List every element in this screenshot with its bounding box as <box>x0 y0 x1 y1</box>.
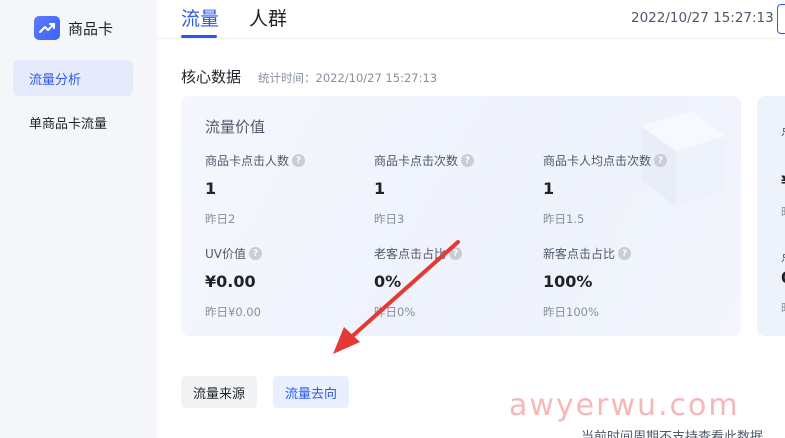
traffic-value-card: 流量价值 商品卡点击人数? 1 昨日2 商品卡点击次数? 1 昨日3 商品卡人均… <box>181 96 741 336</box>
metric-prev: 昨日¥0.00 <box>205 305 261 319</box>
brand: 商品卡 <box>34 16 113 40</box>
metric-uv-value: UV价值? ¥0.00 昨日¥0.00 <box>205 245 365 320</box>
metric-label: UV价值 <box>205 247 246 261</box>
sidebar-item-traffic-analysis[interactable]: 流量分析 <box>13 60 133 96</box>
metric-label: 商品卡点击次数 <box>374 154 459 168</box>
metric-prev: 昨日100% <box>543 305 599 319</box>
card-fragment: 点 <box>781 246 785 265</box>
metric-value: 1 <box>205 179 217 198</box>
date-picker-button[interactable] <box>777 4 785 34</box>
sidebar-item-label: 单商品卡流量 <box>29 116 108 132</box>
bottom-note: 当前时间周期不支持查看此数据 <box>581 430 764 438</box>
metric-label: 商品卡人均点击次数 <box>543 154 652 168</box>
tab-audience[interactable]: 人群 <box>249 4 287 31</box>
metric-clicks-per-user: 商品卡人均点击次数? 1 昨日1.5 <box>543 152 703 227</box>
stat-time: 统计时间：2022/10/27 15:27:13 <box>258 71 438 85</box>
help-icon[interactable]: ? <box>292 154 306 167</box>
card-fragment: 点 <box>781 120 785 139</box>
tab-divider <box>157 38 785 39</box>
metric-value: 100% <box>543 272 593 291</box>
card-fragment: 0 <box>781 268 785 287</box>
help-icon[interactable]: ? <box>249 247 262 260</box>
card-fragment: 昨 <box>781 300 785 316</box>
metric-prev: 昨日2 <box>205 212 236 226</box>
metric-prev: 昨日3 <box>374 212 405 226</box>
watermark: awyerwu.com <box>509 388 740 423</box>
sidebar-item-single-card-traffic[interactable]: 单商品卡流量 <box>13 104 133 140</box>
metric-prev: 昨日0% <box>374 305 416 319</box>
sidebar-item-label: 流量分析 <box>29 72 82 88</box>
second-card: 点 ¥ 昨 点 0 昨 <box>757 96 785 336</box>
metric-click-count: 商品卡点击次数? 1 昨日3 <box>374 152 534 227</box>
traffic-destination-button[interactable]: 流量去向 <box>273 376 350 408</box>
metric-value: 1 <box>543 179 555 198</box>
metric-prev: 昨日1.5 <box>543 212 585 226</box>
help-icon[interactable]: ? <box>618 247 632 260</box>
help-icon[interactable]: ? <box>461 154 475 167</box>
traffic-source-button[interactable]: 流量来源 <box>181 376 258 408</box>
help-icon[interactable]: ? <box>449 247 463 260</box>
metric-new-ratio: 新客点击占比? 100% 昨日100% <box>543 245 703 320</box>
main-content: 流量 人群 2022/10/27 15:27:13 核心数据 统计时间：2022… <box>157 0 785 438</box>
metric-returning-ratio: 老客点击占比? 0% 昨日0% <box>374 245 534 320</box>
card-fragment: 昨 <box>781 204 785 220</box>
metric-label: 老客点击占比 <box>374 247 447 261</box>
card-fragment: ¥ <box>781 172 785 191</box>
trend-chart-icon <box>34 16 60 40</box>
metric-value: 0% <box>374 272 402 291</box>
metric-label: 商品卡点击人数 <box>205 154 290 168</box>
header-timestamp: 2022/10/27 15:27:13 <box>631 10 774 26</box>
metric-value: ¥0.00 <box>205 272 256 291</box>
metric-click-users: 商品卡点击人数? 1 昨日2 <box>205 152 365 227</box>
tab-traffic[interactable]: 流量 <box>181 4 219 31</box>
card-title: 流量价值 <box>205 118 266 136</box>
metric-value: 1 <box>374 179 386 198</box>
help-icon[interactable]: ? <box>654 154 668 167</box>
section-title: 核心数据 <box>181 68 242 86</box>
sidebar: 商品卡 流量分析 单商品卡流量 <box>0 0 157 438</box>
metric-label: 新客点击占比 <box>543 247 616 261</box>
brand-title: 商品卡 <box>68 19 114 38</box>
